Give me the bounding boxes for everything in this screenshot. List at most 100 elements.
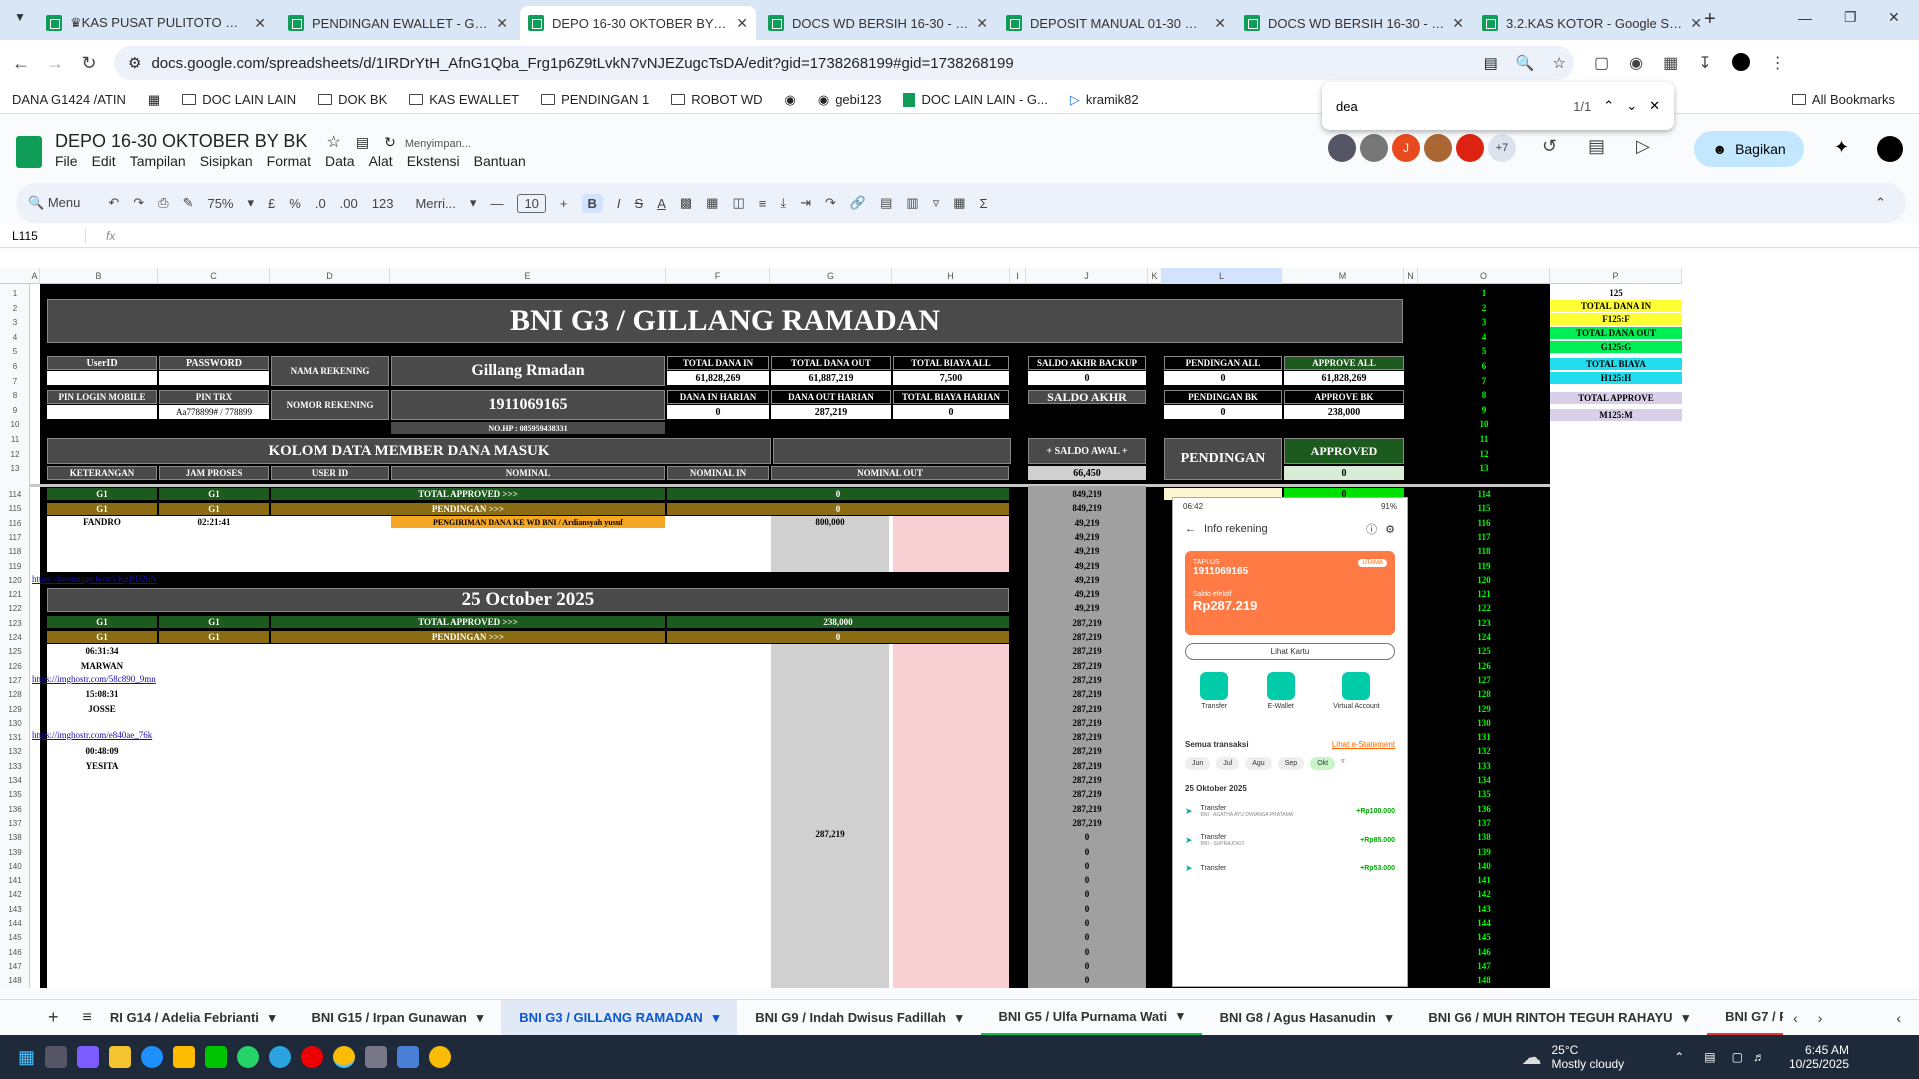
display-icon[interactable]: ▢ — [1732, 1050, 1743, 1064]
o-cell[interactable]: 127 — [1418, 674, 1550, 686]
image-link[interactable]: https://imghostr.com/e840ae_76k — [32, 730, 332, 742]
kolom-data-title[interactable]: KOLOM DATA MEMBER DANA MASUK — [47, 438, 771, 464]
o-cell[interactable]: 144 — [1418, 917, 1550, 929]
pendingan-row-value[interactable]: 0 — [667, 631, 1009, 643]
freeze-divider[interactable] — [30, 484, 1682, 487]
comment-icon[interactable]: ▤ — [1588, 136, 1605, 157]
nomor-rekening-value[interactable]: 1911069165 — [391, 390, 665, 420]
label-total-biaya-all[interactable]: TOTAL BIAYA ALL — [893, 356, 1009, 370]
text-color-icon[interactable]: A — [657, 196, 666, 211]
saldo-awal-value[interactable]: 66,450 — [1028, 466, 1146, 480]
increase-decimal-button[interactable]: .00 — [340, 196, 358, 211]
col-header[interactable]: I — [1010, 268, 1026, 284]
row-number[interactable]: 9 — [0, 404, 30, 418]
chevron-down-icon[interactable]: ▾ — [713, 1010, 720, 1026]
explore-icon[interactable]: ‹ — [1896, 1010, 1901, 1026]
bold-icon[interactable]: B — [581, 193, 603, 213]
saldo-cell[interactable]: 287,219 — [1028, 817, 1146, 829]
label-approve-bk[interactable]: APPROVE BK — [1284, 390, 1404, 404]
close-icon[interactable]: ✕ — [496, 15, 508, 32]
row-number[interactable]: 131 — [0, 731, 30, 745]
avatar[interactable] — [1328, 134, 1356, 162]
saldo-cell[interactable]: 0 — [1028, 917, 1146, 929]
o-cell[interactable]: 136 — [1418, 803, 1550, 815]
line-icon[interactable] — [205, 1046, 228, 1068]
o-cell[interactable]: 12 — [1418, 448, 1550, 460]
col-header[interactable]: L — [1162, 268, 1282, 284]
approved-value[interactable]: 0 — [1284, 466, 1404, 480]
sheet-tab[interactable]: BNI G15 / Irpan Gunawan ▾ — [293, 1000, 501, 1036]
saldo-cell[interactable]: 287,219 — [1028, 731, 1146, 743]
italic-icon[interactable]: I — [617, 196, 621, 211]
zoom-icon[interactable]: 🔍 — [1516, 54, 1535, 72]
row-number[interactable]: 119 — [0, 560, 30, 574]
col-header[interactable]: C — [158, 268, 270, 284]
row-number[interactable]: 1 — [0, 287, 30, 301]
label-pendingan-all[interactable]: PENDINGAN ALL — [1164, 356, 1282, 370]
saldo-akhr-backup-value[interactable]: 0 — [1028, 371, 1146, 385]
font-select[interactable]: Merri... — [415, 196, 455, 211]
label-total-dana-in[interactable]: TOTAL DANA IN — [667, 356, 769, 370]
label-pendingan-bk[interactable]: PENDINGAN BK — [1164, 390, 1282, 404]
total-biaya-harian-value[interactable]: 0 — [893, 405, 1009, 419]
clock[interactable]: 6:45 AM 10/25/2025 — [1789, 1043, 1849, 1071]
approved-header[interactable]: APPROVED — [1284, 438, 1404, 464]
row-number[interactable]: 140 — [0, 860, 30, 874]
row-number[interactable]: 11 — [0, 433, 30, 447]
o-cell[interactable]: 145 — [1418, 931, 1550, 943]
close-icon[interactable]: ✕ — [1690, 15, 1702, 32]
row-number[interactable]: 141 — [0, 874, 30, 888]
decrease-decimal-button[interactable]: .0 — [315, 196, 326, 211]
history-icon[interactable]: ↺ — [1542, 136, 1557, 157]
row-number[interactable]: 126 — [0, 660, 30, 674]
row-nominal-out[interactable]: 287,219 — [771, 828, 889, 840]
move-folder-icon[interactable]: ▤ — [356, 134, 369, 150]
entry-cell[interactable]: 00:48:09 — [47, 745, 157, 757]
align-icon[interactable]: ≡ — [759, 196, 767, 211]
o-cell[interactable]: 141 — [1418, 874, 1550, 886]
row-number[interactable]: 117 — [0, 531, 30, 545]
o-cell[interactable]: 123 — [1418, 617, 1550, 629]
o-cell[interactable]: 4 — [1418, 331, 1550, 343]
rotate-icon[interactable]: ↷ — [825, 195, 836, 211]
g1-label[interactable]: G1 — [47, 503, 157, 515]
chevron-down-icon[interactable]: ▾ — [248, 195, 255, 211]
o-cell[interactable]: 134 — [1418, 774, 1550, 786]
o-cell[interactable]: 115 — [1418, 502, 1550, 514]
row-number[interactable]: 5 — [0, 345, 30, 359]
new-tab-icon[interactable]: + — [1704, 8, 1716, 31]
bookmark-star-icon[interactable]: ☆ — [1553, 54, 1566, 72]
label-total-dana-out[interactable]: TOTAL DANA OUT — [771, 356, 891, 370]
row-number[interactable]: 118 — [0, 545, 30, 559]
volume-icon[interactable]: ♬ — [1753, 1050, 1765, 1064]
pendingan-bk-value[interactable]: 0 — [1164, 405, 1282, 419]
p-cell[interactable]: H125:H — [1550, 372, 1682, 384]
print-icon[interactable]: ⎙ — [158, 195, 168, 211]
chevron-down-icon[interactable]: ▾ — [1386, 1010, 1393, 1026]
bookmark-item[interactable]: ◉ gebi123 — [818, 92, 882, 108]
o-cell[interactable]: 11 — [1418, 433, 1550, 445]
avatar[interactable]: J — [1392, 134, 1420, 162]
doc-title[interactable]: DEPO 16-30 OKTOBER BY BK ☆ ▤ ↻ Menyimpan… — [55, 131, 471, 152]
cookie-icon[interactable]: ◉ — [1629, 53, 1643, 73]
sheet-tab[interactable]: BNI G7 / Pra — [1707, 1000, 1784, 1036]
p-cell[interactable]: 125 — [1550, 287, 1682, 299]
all-sheets-icon[interactable]: ≡ — [83, 1009, 92, 1027]
o-cell[interactable]: 148 — [1418, 974, 1550, 986]
o-cell[interactable]: 118 — [1418, 545, 1550, 557]
row-jam[interactable]: 02:21:41 — [159, 516, 269, 528]
browser-tab[interactable]: 3.2.KAS KOTOR - Google Sprea ✕ — [1474, 6, 1710, 40]
avatar[interactable] — [1360, 134, 1388, 162]
o-cell[interactable]: 140 — [1418, 860, 1550, 872]
o-cell[interactable]: 143 — [1418, 903, 1550, 915]
row-number[interactable]: 122 — [0, 602, 30, 616]
chevron-down-icon[interactable]: ▾ — [1683, 1010, 1690, 1026]
calculator-icon[interactable] — [365, 1046, 388, 1068]
pin-login-value[interactable] — [47, 405, 157, 419]
entry-cell[interactable]: 15:08:31 — [47, 688, 157, 700]
total-dana-out-value[interactable]: 61,887,219 — [771, 371, 891, 385]
g1-label[interactable]: G1 — [47, 616, 157, 628]
sheet-tab[interactable]: BNI G8 / Agus Hasanudin ▾ — [1202, 1000, 1411, 1036]
g1-label[interactable]: G1 — [159, 503, 269, 515]
o-cell[interactable]: 119 — [1418, 560, 1550, 572]
